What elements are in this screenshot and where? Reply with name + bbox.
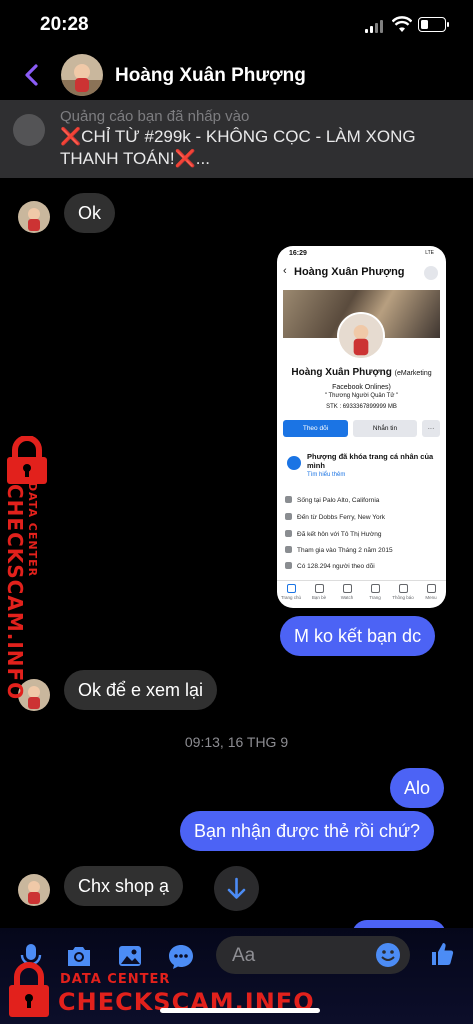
message-bubble-outgoing[interactable]: Alo [390, 768, 445, 808]
photo-tab: Bạn bè [305, 584, 333, 600]
back-arrow-icon[interactable] [18, 60, 48, 90]
photo-motto: " Thương Người Quân Tử " [324, 393, 399, 399]
ad-reference-banner[interactable]: Quảng cáo bạn đã nhấp vào ❌CHỈ TỪ #299k … [0, 100, 473, 178]
watermark-lock-icon [7, 436, 47, 484]
photo-info-line: Đã kết hôn với Tô Thị Hường [285, 530, 382, 538]
sender-avatar[interactable] [18, 874, 50, 906]
photo-follow-button: Theo dõi [283, 420, 348, 437]
message-bubble-outgoing[interactable]: M ko kết bạn dc [280, 616, 436, 656]
photo-network: LTE [425, 250, 434, 256]
message-bubble-incoming[interactable]: Chx shop ạ [64, 866, 184, 906]
photo-info-line: Có 128.294 người theo dõi [285, 562, 375, 570]
shared-image[interactable]: 16:29 LTE ‹ Hoàng Xuân Phượng Hoàng Xuân… [277, 246, 446, 608]
watermark-data-center: DATA CENTER [60, 972, 171, 987]
battery-level [421, 20, 428, 29]
photo-tab: Menu [417, 584, 445, 600]
photo-tab-bar: Trang chủ Bạn bè Watch Trang Thông báo M… [277, 580, 446, 608]
gallery-icon[interactable] [116, 942, 144, 970]
thumbs-up-icon[interactable] [428, 940, 456, 968]
chat-header: Hoàng Xuân Phượng [0, 50, 473, 100]
message-bubble-outgoing[interactable]: Bạn nhận được thẻ rồi chứ? [180, 811, 435, 851]
photo-tab: Watch [333, 584, 361, 600]
message-input-placeholder: Aa [232, 945, 256, 966]
watermark-lock-icon [9, 962, 49, 1017]
message-bubble-incoming[interactable]: Ok [64, 193, 116, 233]
photo-status-time: 16:29 [289, 250, 307, 257]
photo-info-line: Tham gia vào Tháng 2 năm 2015 [285, 546, 393, 554]
photo-search-icon [424, 266, 438, 280]
sender-avatar[interactable] [18, 201, 50, 233]
ad-label: Quảng cáo bạn đã nhấp vào [60, 108, 250, 125]
arrow-down-icon [227, 877, 246, 899]
status-time: 20:28 [40, 14, 89, 35]
chat-bubble-icon[interactable] [167, 942, 195, 970]
scroll-down-button[interactable] [214, 866, 259, 911]
camera-icon[interactable] [65, 942, 93, 970]
contact-name[interactable]: Hoàng Xuân Phượng [115, 65, 306, 87]
photo-back-icon: ‹ [283, 265, 287, 277]
shield-icon [287, 456, 301, 470]
watermark-checkscam-vertical: CHECKSCAM.INFO [3, 484, 27, 701]
wifi-icon [392, 16, 412, 32]
watermark-data-center-vertical: DATA CENTER [26, 482, 39, 578]
photo-header-name: Hoàng Xuân Phượng [294, 266, 405, 278]
photo-more-button: ··· [422, 420, 440, 437]
home-indicator [160, 1008, 320, 1013]
photo-profile-avatar [337, 312, 385, 360]
photo-info-line: Sống tại Palo Alto, California [285, 496, 379, 504]
photo-message-button: Nhắn tin [353, 420, 417, 437]
photo-stk: STK : 6933367899999 MB [326, 404, 397, 410]
battery-icon [418, 17, 449, 32]
contact-avatar[interactable] [61, 54, 103, 96]
photo-tab: Thông báo [389, 584, 417, 600]
status-bar: 20:28 [0, 0, 473, 50]
message-timestamp: 09:13, 16 THG 9 [184, 734, 289, 750]
message-bubble-incoming[interactable]: Ok để e xem lại [64, 670, 218, 710]
emoji-icon[interactable] [374, 941, 402, 969]
ad-text: ❌CHỈ TỪ #299k - KHÔNG CỌC - LÀM XONG THA… [60, 127, 416, 168]
signal-icon [365, 20, 385, 33]
photo-tab: Trang [361, 584, 389, 600]
photo-tab: Trang chủ [277, 584, 305, 600]
photo-info-line: Đến từ Dobbs Ferry, New York [285, 513, 385, 521]
ad-thumbnail [13, 114, 45, 146]
photo-locked-notice: Phượng đã khóa trang cá nhân của mình Tì… [285, 448, 438, 486]
photo-profile-name: Hoàng Xuân Phượng (eMarketing Facebook O… [291, 367, 432, 391]
